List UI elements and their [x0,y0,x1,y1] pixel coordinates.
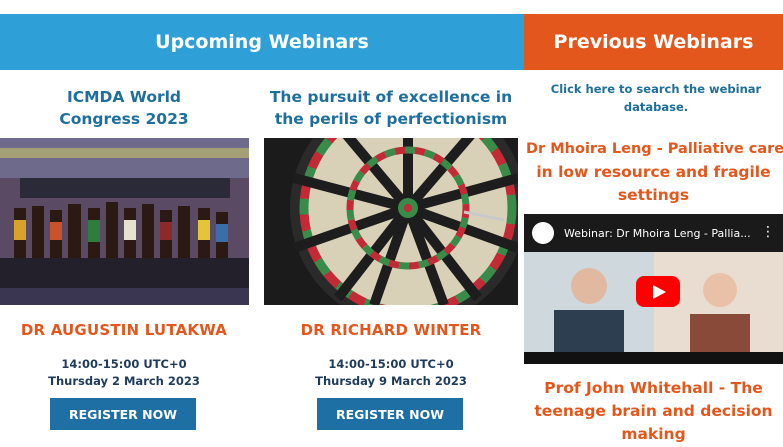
previous-webinar-2-title-line3: making [621,425,686,443]
upcoming-webinars-header: Upcoming Webinars [0,14,524,70]
previous-webinar-1-title-line2: in low resource and fragile [536,163,771,181]
search-webinar-database-link[interactable]: Click here to search the webinar databas… [538,80,774,116]
dartboard-photo[interactable] [264,138,518,305]
youtube-play-icon[interactable] [636,276,680,307]
search-link-line2: database. [623,100,689,114]
previous-webinar-1-title-line3: settings [617,186,690,204]
top-strip [0,0,783,14]
webinar-1-schedule: 14:00-15:00 UTC+0 Thursday 2 March 2023 [0,356,248,390]
search-link-line1: Click here to search the webinar [550,82,762,96]
webinar-1-speaker: DR AUGUSTIN LUTAKWA [20,321,228,339]
webinar-2-time: 14:00-15:00 UTC+0 [328,357,454,371]
webinar-1-register-button[interactable]: REGISTER NOW [50,398,196,430]
webinar-1-title-line1: ICMDA World [66,88,182,106]
webinar-2-title[interactable]: The pursuit of excellence in the perils … [263,86,519,130]
more-vert-icon[interactable]: ⋮ [761,224,775,240]
previous-webinar-1-title[interactable]: Dr Mhoira Leng - Palliative care in low … [524,138,783,207]
video-title[interactable]: Webinar: Dr Mhoira Leng - Pallia... [564,227,751,240]
webinar-2-title-line2: the perils of perfectionism [274,110,508,128]
webinar-1-title[interactable]: ICMDA World Congress 2023 [0,86,248,130]
previous-webinar-2-title-line1: Prof John Whitehall - The [544,379,763,397]
video-player[interactable]: Webinar: Dr Mhoira Leng - Pallia... ⋮ [524,214,783,364]
previous-webinar-1-title-line1: Dr Mhoira Leng - Palliative care [526,141,783,157]
webinar-2-title-line1: The pursuit of excellence in [269,88,513,106]
congress-photo[interactable] [0,138,249,305]
channel-logo-icon[interactable] [532,222,554,244]
webinar-2-schedule: 14:00-15:00 UTC+0 Thursday 9 March 2023 [263,356,519,390]
webinar-1-time: 14:00-15:00 UTC+0 [61,357,187,371]
previous-webinar-2-title-line2: teenage brain and decision [534,402,773,420]
webinar-2-speaker: DR RICHARD WINTER [300,321,482,339]
video-title-bar: Webinar: Dr Mhoira Leng - Pallia... [524,214,783,252]
previous-webinar-2-title[interactable]: Prof John Whitehall - The teenage brain … [524,377,783,446]
previous-webinars-header: Previous Webinars [524,14,783,70]
webinar-1-date: Thursday 2 March 2023 [48,374,200,388]
webinar-2-date: Thursday 9 March 2023 [315,374,467,388]
webinar-2-register-button[interactable]: REGISTER NOW [317,398,463,430]
webinar-1-title-line2: Congress 2023 [59,110,189,128]
